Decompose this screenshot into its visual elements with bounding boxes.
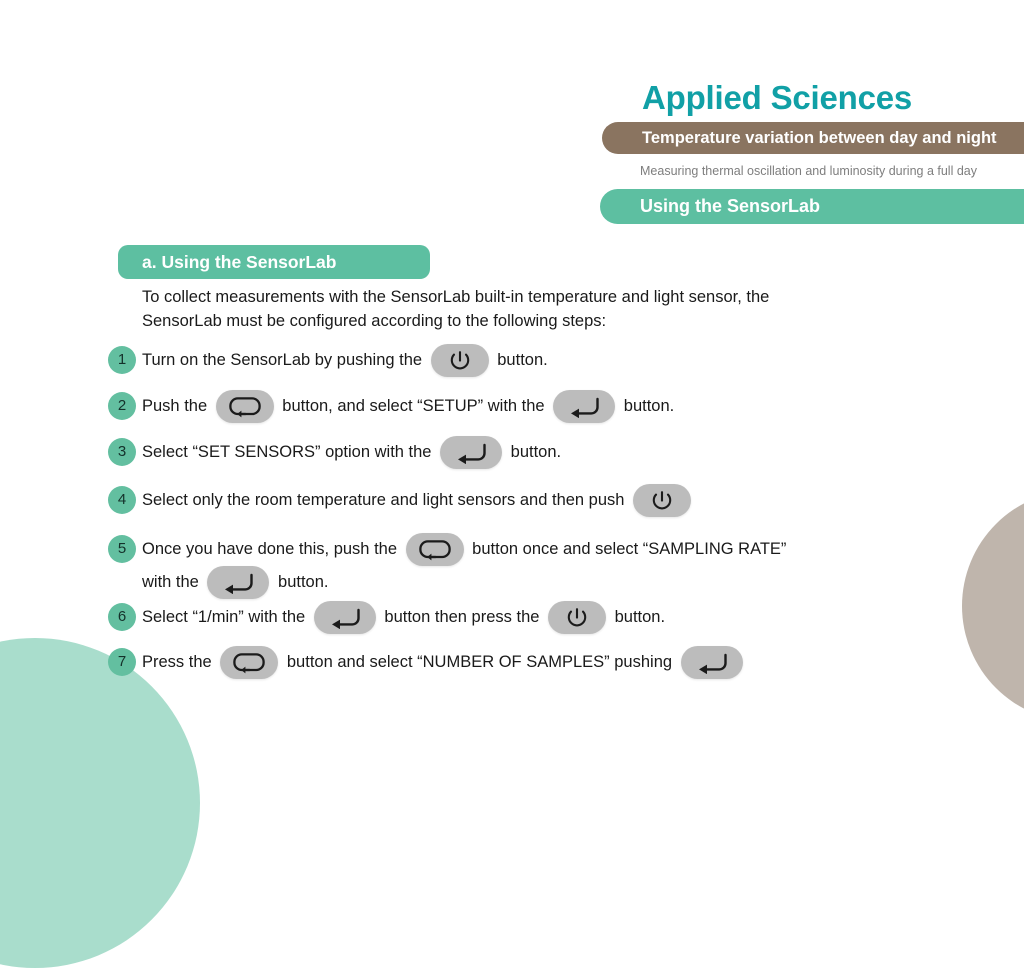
step-item: 5 Once you have done this, push the butto…	[108, 533, 1008, 599]
page-header: Applied Sciences Temperature variation b…	[600, 78, 1024, 224]
step-text: Select only the room temperature and lig…	[142, 484, 1008, 517]
step-text-fragment: Turn on the SensorLab by pushing the	[142, 350, 427, 369]
step-number-badge: 5	[108, 535, 136, 563]
loop-arrow-button-icon	[405, 533, 464, 566]
step-item: 7 Press the button and select “NUMBER OF …	[108, 646, 1008, 679]
step-text: Push the button, and select “SETUP” with…	[142, 390, 1008, 423]
step-text-fragment: Push the	[142, 396, 212, 415]
step-text: Select “SET SENSORS” option with the but…	[142, 436, 1008, 469]
step-text-fragment: Select only the room temperature and lig…	[142, 490, 630, 509]
step-item: 2 Push the button, and select “SETUP” wit…	[108, 390, 1008, 423]
section-banner: Using the SensorLab	[600, 189, 1024, 224]
step-text-fragment: button.	[273, 572, 329, 591]
power-button-icon	[633, 484, 692, 517]
enter-arrow-button-icon	[207, 566, 270, 599]
step-text-fragment: button then press the	[379, 607, 545, 626]
power-button-icon	[430, 344, 489, 377]
loop-arrow-button-icon	[215, 390, 274, 423]
step-text-fragment: with the	[142, 572, 204, 591]
step-number-badge: 1	[108, 346, 136, 374]
brand-title: Applied Sciences	[642, 79, 913, 116]
step-text-fragment: Select “1/min” with the	[142, 607, 310, 626]
step-number-badge: 6	[108, 603, 136, 631]
step-item: 3 Select “SET SENSORS” option with the bu…	[108, 436, 1008, 469]
power-button-icon	[548, 601, 607, 634]
step-text-fragment: button.	[506, 442, 562, 461]
step-text-fragment: button once and select “SAMPLING RATE”	[467, 539, 787, 558]
enter-arrow-button-icon	[313, 601, 376, 634]
step-text: Turn on the SensorLab by pushing the but…	[142, 344, 1008, 377]
intro-paragraph: To collect measurements with the SensorL…	[142, 288, 770, 330]
step-text-fragment: button, and select “SETUP” with the	[277, 396, 550, 415]
topic-banner: Temperature variation between day and ni…	[602, 122, 1024, 154]
topic-subtitle: Measuring thermal oscillation and lumino…	[640, 164, 977, 178]
step-item: 6 Select “1/min” with the button then pre…	[108, 601, 1008, 634]
loop-arrow-button-icon	[220, 646, 279, 679]
step-text-fragment: button.	[492, 350, 548, 369]
step-text-fragment: button.	[619, 396, 675, 415]
step-text-fragment: button.	[610, 607, 666, 626]
step-text: Press the button and select “NUMBER OF S…	[142, 646, 1008, 679]
step-text-fragment: Press the	[142, 652, 217, 671]
steps-list: 1 Turn on the SensorLab by pushing the bu…	[108, 344, 1008, 679]
step-number-badge: 2	[108, 392, 136, 420]
step-text-fragment: button and select “NUMBER OF SAMPLES” pu…	[282, 652, 677, 671]
step-text: Select “1/min” with the button then pres…	[142, 601, 1008, 634]
step-text-fragment: Once you have done this, push the	[142, 539, 402, 558]
step-text-fragment: Select “SET SENSORS” option with the	[142, 442, 437, 461]
step-number-badge: 4	[108, 486, 136, 514]
enter-arrow-button-icon	[553, 390, 616, 423]
section-title-pill: a. Using the SensorLab	[118, 245, 430, 279]
step-number-badge: 7	[108, 648, 136, 676]
enter-arrow-button-icon	[440, 436, 503, 469]
step-item: 4 Select only the room temperature and li…	[108, 484, 1008, 517]
enter-arrow-button-icon	[680, 646, 743, 679]
step-text: Once you have done this, push the button…	[142, 533, 1008, 599]
step-number-badge: 3	[108, 438, 136, 466]
step-item: 1 Turn on the SensorLab by pushing the bu…	[108, 344, 1008, 377]
